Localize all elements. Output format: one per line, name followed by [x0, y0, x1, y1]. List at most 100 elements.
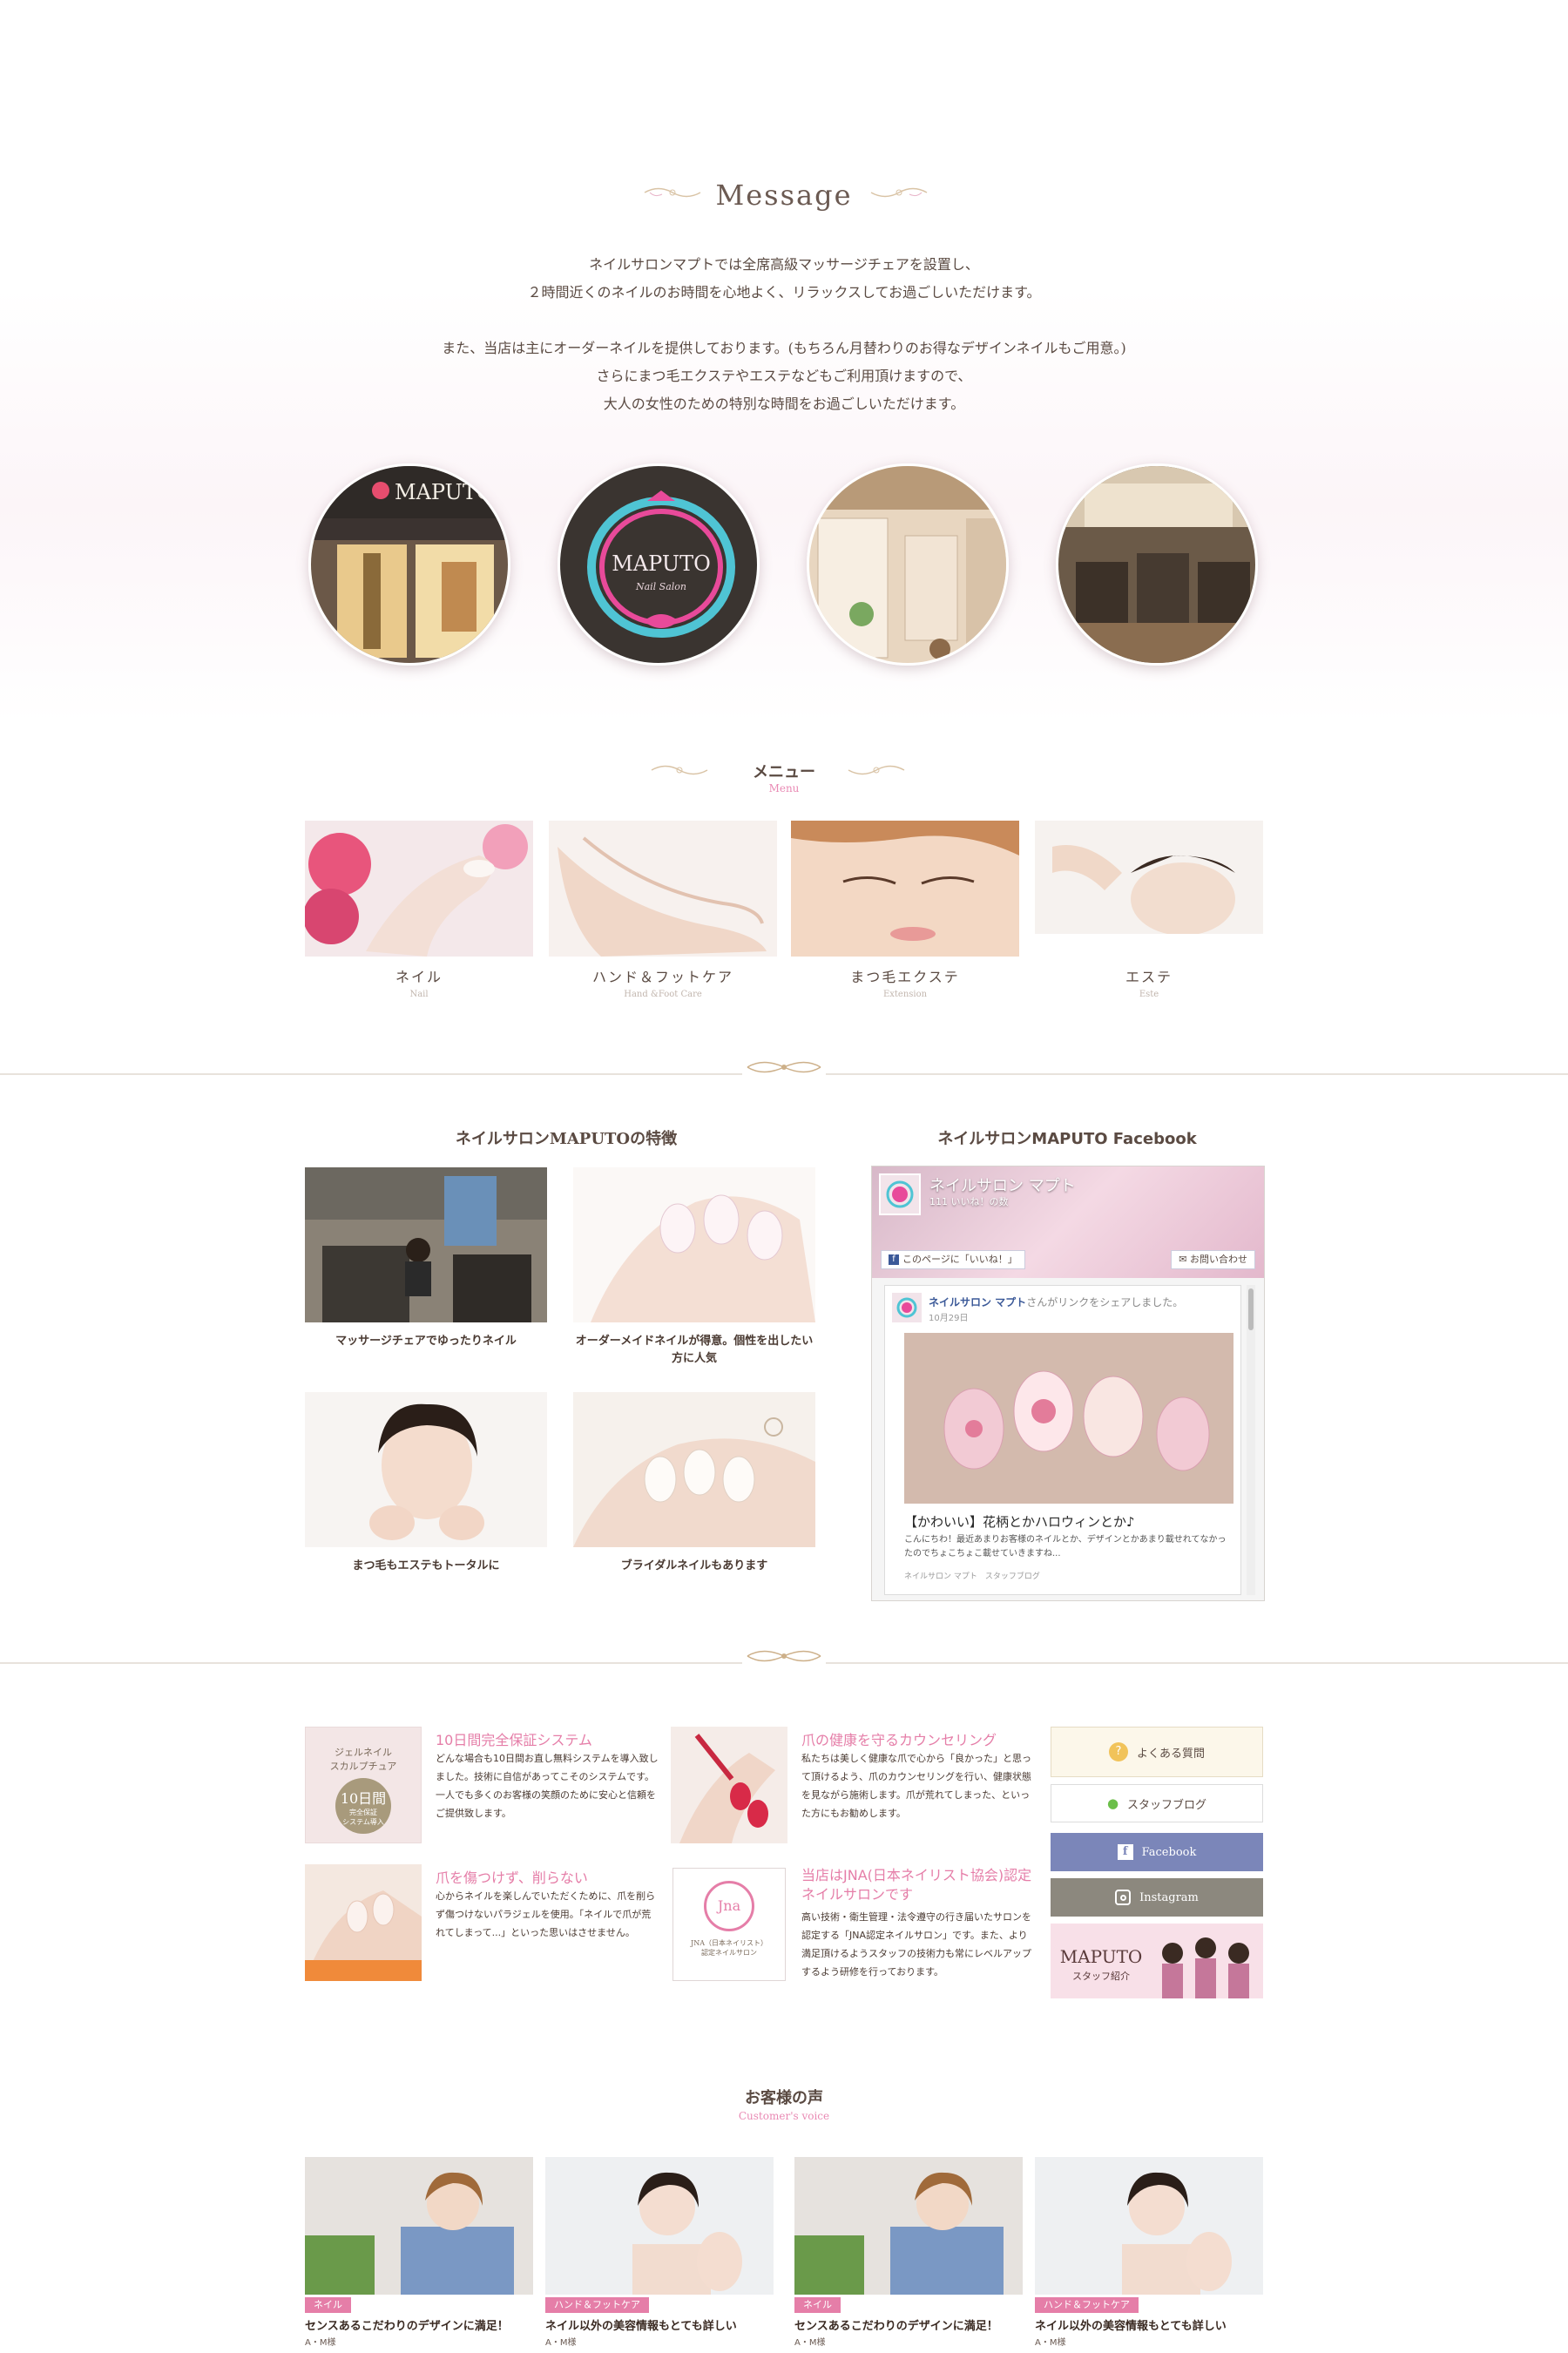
features-title: ネイルサロンMAPUTOの特徴 — [455, 1130, 678, 1148]
block-text: 高い技術・衛生管理・法令遵守の行き届いたサロンを認定する「JNA認定ネイルサロン… — [801, 1911, 1031, 1978]
message-line-5: 大人の女性のための特別な時間をお過ごしいただけます。 — [603, 396, 965, 412]
voice-text: センスあるこだわりのデザインに満足！ — [305, 2320, 509, 2333]
thumb-text: ジェルネイル — [335, 1747, 392, 1758]
menu-title: メニュー — [753, 763, 815, 781]
chat-bubble-icon: ● — [1106, 1795, 1119, 1811]
paragel-thumb — [305, 1864, 422, 1981]
post-avatar — [892, 1293, 922, 1322]
message-line-2: ２時間近くのネイルのお時間を心地よく、リラックスしてお過ごしいただけます。 — [527, 284, 1041, 301]
scrollbar-thumb[interactable] — [1248, 1288, 1254, 1330]
voice-card[interactable]: ネイル センスあるこだわりのデザインに満足！ A・M様 — [305, 2157, 533, 2348]
feature-card[interactable]: マッサージチェアでゆったりネイル — [305, 1167, 547, 1350]
feature-card[interactable]: オーダーメイドネイルが得意。個性を出したい方に人気 — [573, 1167, 815, 1368]
facebook-page-name[interactable]: ネイルサロン マプト — [929, 1173, 1076, 1196]
eyelash-photo — [791, 821, 1019, 957]
post-text: こんにちわ！最近あまりお客様のネイルとか、デザインとかあまり載せれてなかったので… — [904, 1535, 1227, 1559]
feature-caption: まつ毛もエステもトータルに — [352, 1559, 500, 1572]
menu-item-hand-foot-care[interactable]: ハンド＆フットケア Hand &Foot Care — [549, 821, 777, 999]
post-author-name[interactable]: ネイルサロン マプト — [929, 1296, 1026, 1308]
block-title: 爪を傷つけず、削らない — [436, 1870, 588, 1886]
menu-item-label: まつ毛エクステ — [850, 969, 960, 985]
voice-name: A・M様 — [545, 2338, 577, 2348]
counseling-thumb — [671, 1727, 787, 1843]
post-source: ネイルサロン マプト スタッフブログ — [904, 1572, 1040, 1581]
facebook-cover: ネイルサロン マプト 111 いいね！の数 f このページに「いいね！」 ✉ お問… — [872, 1166, 1264, 1278]
voice-card[interactable]: ネイル センスあるこだわりのデザインに満足！ A・M様 — [794, 2157, 1023, 2348]
facebook-label: Facebook — [1141, 1845, 1197, 1859]
svg-text:MAPUTO: MAPUTO — [612, 551, 711, 576]
voice-name: A・M様 — [1035, 2338, 1066, 2348]
feature-caption: オーダーメイドネイルが得意。個性を出したい方に人気 — [575, 1335, 814, 1365]
chair-interior-photo — [1056, 463, 1258, 666]
faq-button[interactable]: ? よくある質問 — [1051, 1727, 1263, 1777]
este-photo — [1035, 821, 1263, 957]
storefront-photo: MAPUTO — [308, 463, 510, 666]
feature-caption: マッサージチェアでゆったりネイル — [335, 1335, 517, 1348]
guarantee-badge: 10日間 完全保証 システム導入 — [335, 1778, 391, 1834]
thumb-text: スカルプチュア — [329, 1761, 397, 1772]
voices-subtitle: Customer's voice — [738, 2110, 830, 2122]
facebook-icon: f — [1117, 1844, 1133, 1860]
menu-item-sub: Hand &Foot Care — [624, 990, 702, 999]
order-nail-photo — [573, 1167, 815, 1322]
message-title: Message — [715, 179, 853, 212]
voices-title: お客様の声 — [745, 2089, 823, 2107]
foot-care-photo — [549, 821, 777, 957]
voice-text: ネイル以外の美容情報もとても詳しい — [1035, 2320, 1227, 2333]
feature-card[interactable]: ブライダルネイルもあります — [573, 1392, 815, 1575]
staff-intro-banner[interactable]: MAPUTO スタッフ紹介 — [1051, 1924, 1263, 1998]
badge-text: 10日間 — [340, 1790, 387, 1807]
divider-ornament-icon — [742, 1645, 826, 1667]
block-text: 私たちは美しく健康な爪で心から「良かった」と思って頂けるよう、爪のカウンセリング… — [801, 1753, 1031, 1819]
menu-item-este[interactable]: エステ Este — [1035, 821, 1263, 999]
facebook-title: ネイルサロンMAPUTO Facebook — [937, 1130, 1197, 1148]
facebook-scrollbar[interactable] — [1247, 1285, 1255, 1595]
menu-item-label: エステ — [1125, 969, 1173, 985]
jna-logo-icon: Jna — [704, 1881, 754, 1931]
staff-photo — [1162, 1937, 1249, 1998]
voice-card[interactable]: ハンド＆フットケア ネイル以外の美容情報もとても詳しい A・M様 — [1035, 2157, 1263, 2348]
jna-thumb-text: 認定ネイルサロン — [701, 1949, 757, 1957]
facebook-icon: f — [889, 1254, 899, 1265]
facebook-like-button[interactable]: f このページに「いいね！」 — [881, 1250, 1025, 1269]
instagram-button[interactable]: Instagram — [1051, 1878, 1263, 1917]
logo-photo: MAPUTO Nail Salon — [558, 463, 760, 666]
facebook-button[interactable]: f Facebook — [1051, 1833, 1263, 1871]
nail-photo — [305, 821, 533, 957]
bridal-nail-photo — [573, 1392, 815, 1547]
question-icon: ? — [1108, 1742, 1128, 1761]
voice-card[interactable]: ハンド＆フットケア ネイル以外の美容情報もとても詳しい A・M様 — [545, 2157, 774, 2348]
svg-text:Nail Salon: Nail Salon — [635, 581, 686, 592]
message-line-1: ネイルサロンマプトでは全席高級マッサージチェアを設置し、 — [589, 256, 979, 273]
voice-badge: ハンド＆フットケア — [545, 2297, 649, 2313]
menu-subtitle: Menu — [768, 782, 800, 794]
salon-interior-photo — [807, 463, 1009, 666]
customer-photo — [1035, 2157, 1263, 2295]
menu-item-label: ハンド＆フットケア — [591, 969, 733, 985]
badge-text: システム導入 — [342, 1818, 384, 1826]
feature-card[interactable]: まつ毛もエステもトータルに — [305, 1392, 547, 1575]
instagram-label: Instagram — [1139, 1890, 1199, 1904]
facebook-widget[interactable]: ネイルサロン マプト 111 いいね！の数 f このページに「いいね！」 ✉ お問… — [871, 1166, 1265, 1601]
like-label: このページに「いいね！」 — [902, 1254, 1017, 1265]
post-action: さんがリンクをシェアしました。 — [1026, 1296, 1184, 1308]
post-title[interactable]: 【かわいい】花柄とかハロウィンとか♪ — [904, 1512, 1135, 1531]
block-title: 爪の健康を守るカウンセリング — [801, 1732, 997, 1748]
mail-icon: ✉ — [1179, 1254, 1190, 1265]
blog-label: スタッフブログ — [1127, 1798, 1207, 1812]
staff-blog-button[interactable]: ● スタッフブログ — [1051, 1784, 1263, 1822]
voice-name: A・M様 — [794, 2338, 826, 2348]
facebook-post[interactable]: ネイルサロン マプトさんがリンクをシェアしました。 10月29日 【かわいい】花… — [884, 1285, 1241, 1595]
customer-photo — [794, 2157, 1023, 2295]
menu-item-label: ネイル — [395, 969, 443, 985]
instagram-icon — [1115, 1890, 1132, 1905]
hero-background — [0, 0, 1568, 723]
jna-thumb: Jna JNA（日本ネイリスト） 認定ネイルサロン — [672, 1868, 786, 1981]
message-line-3: また、当店は主にオーダーネイルを提供しております。(もちろん月替わりのお得なデザ… — [442, 340, 1126, 356]
menu-item-nail[interactable]: ネイル Nail — [305, 821, 533, 999]
menu-item-eyelash-extension[interactable]: まつ毛エクステ Extension — [791, 821, 1019, 999]
right-ornament-icon — [870, 187, 928, 198]
jna-thumb-text: JNA（日本ネイリスト） — [691, 1939, 767, 1947]
facebook-avatar — [879, 1173, 921, 1215]
facebook-contact-button[interactable]: ✉ お問い合わせ — [1171, 1250, 1255, 1269]
